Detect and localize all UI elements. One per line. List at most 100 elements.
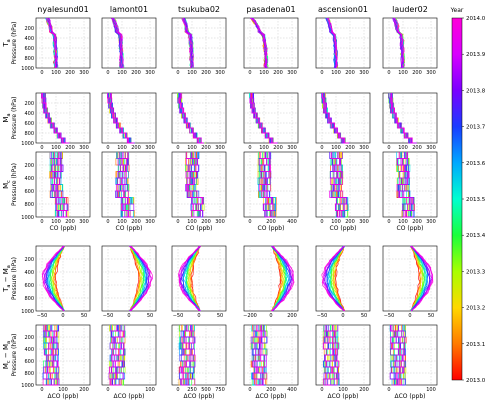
panel-Ta-Ma-ascension01: −50 0 50 xyxy=(315,245,371,319)
panel-Ta-nyalesund01: 0 100 200 300 200 400 600 800 1000 xyxy=(21,17,91,76)
x-axis-label: ΔCO (ppb) xyxy=(47,393,78,400)
panel-Mc-lamont01: 0 100 200 300CO (ppb) xyxy=(101,151,157,232)
panel-Ma-ascension01: 0 100 200 300 xyxy=(315,92,371,151)
x-tick-label: 100 xyxy=(51,70,61,76)
x-tick-label: 100 xyxy=(187,145,197,151)
site-title-ascension01: ascension01 xyxy=(318,5,368,14)
y-tick-label: 800 xyxy=(24,371,34,377)
site-title-lamont01: lamont01 xyxy=(110,5,148,14)
x-tick-label: 0 xyxy=(106,70,109,76)
row-pressure-label-Ma: Pressure (hPa) xyxy=(11,96,18,139)
x-axis-label: ΔCO (ppb) xyxy=(113,393,144,400)
x-tick-label: 0 xyxy=(387,219,390,225)
x-tick-label: −50 xyxy=(103,313,114,319)
x-axis-label: ΔCO (ppb) xyxy=(394,393,425,400)
panel-Ta-tsukuba02: 0 100 200 300 xyxy=(171,17,227,76)
x-tick-label: 300 xyxy=(79,219,89,225)
x-tick-label: 400 xyxy=(287,387,297,393)
site-title-tsukuba02: tsukuba02 xyxy=(178,5,220,14)
y-tick-label: 200 xyxy=(24,26,34,32)
y-tick-label: 200 xyxy=(24,163,34,169)
x-tick-label: 200 xyxy=(65,70,75,76)
x-tick-label: 200 xyxy=(131,70,141,76)
x-tick-label: 300 xyxy=(145,219,155,225)
y-tick-label: 600 xyxy=(24,189,34,195)
colorbar-tick-label: 2013.3 xyxy=(466,269,486,275)
x-axis-label: CO (ppb) xyxy=(116,225,143,232)
colorbar-tick-label: 2013.2 xyxy=(466,306,485,312)
panel-Ta-Ma-pasadena01: −200 0 200 xyxy=(243,245,299,319)
x-tick-label: 300 xyxy=(426,219,436,225)
panel-Mc-pasadena01: 0 200 400CO (ppb) xyxy=(243,151,299,232)
y-tick-label: 1000 xyxy=(21,66,34,72)
x-tick-label: 0 xyxy=(269,313,272,319)
x-axis-label: ΔCO (ppb) xyxy=(255,393,286,400)
panel-Ta-ascension01: 0 100 200 300 xyxy=(315,17,371,76)
x-tick-label: 0 xyxy=(320,145,323,151)
x-tick-label: 750 xyxy=(215,387,225,393)
x-tick-label: 50 xyxy=(147,313,153,319)
x-tick-label: 0 xyxy=(176,70,179,76)
panel-Mc-ascension01: 0 100 200 300CO (ppb) xyxy=(315,151,371,232)
y-tick-label: 1000 xyxy=(21,141,34,147)
x-tick-label: 200 xyxy=(201,145,211,151)
x-tick-label: 200 xyxy=(273,70,283,76)
x-tick-label: 50 xyxy=(428,313,434,319)
x-tick-label: 100 xyxy=(145,387,155,393)
pressure-axis-label: Pressure (hPa) xyxy=(11,257,18,300)
x-tick-label: 100 xyxy=(259,70,269,76)
x-axis-label: CO (ppb) xyxy=(330,225,357,232)
x-tick-label: 100 xyxy=(259,145,269,151)
row-pressure-label-Mc: Pressure (hPa) xyxy=(11,163,18,206)
panel-Ta-pasadena01: 0 100 200 300 xyxy=(243,17,299,76)
panel-Mc-nyalesund01: 0 100 200 3002004006008001000CO (ppb) xyxy=(21,151,91,232)
x-tick-label: 0 xyxy=(248,145,251,151)
x-tick-label: 200 xyxy=(79,387,89,393)
x-tick-label: 0 xyxy=(248,70,251,76)
panel-Mc-tsukuba02: 0 100 200 300CO (ppb) xyxy=(171,151,227,232)
colorbar-tick-label: 2013.6 xyxy=(466,161,486,167)
x-tick-label: 200 xyxy=(65,145,75,151)
x-tick-label: 0 xyxy=(127,313,130,319)
x-tick-label: 200 xyxy=(287,313,297,319)
x-tick-label: 0 xyxy=(176,145,179,151)
x-tick-label: 100 xyxy=(426,387,436,393)
panel-Ma-nyalesund01: 0 100 200 300 200 400 600 800 1000 xyxy=(21,92,91,151)
x-tick-label: 200 xyxy=(359,387,369,393)
panel-Ma-lauder02: 0 100 200 300 xyxy=(382,92,438,151)
x-tick-label: 300 xyxy=(79,70,89,76)
x-tick-label: 200 xyxy=(273,145,283,151)
x-tick-label: 200 xyxy=(201,70,211,76)
colorbar-tick-label: 2013.5 xyxy=(466,197,486,203)
panel-Ta-Ma-lamont01: −50 0 50 xyxy=(101,245,157,319)
x-tick-label: 0 xyxy=(320,70,323,76)
y-tick-label: 400 xyxy=(24,111,34,117)
x-tick-label: 0 xyxy=(341,313,344,319)
panel-Ma-lamont01: 0 100 200 300 xyxy=(101,92,157,151)
x-axis-label: ΔCO (ppb) xyxy=(327,393,358,400)
colorbar-tick-label: 2013.9 xyxy=(466,52,486,58)
x-tick-label: −50 xyxy=(173,313,184,319)
x-tick-label: 300 xyxy=(215,145,225,151)
x-tick-label: −50 xyxy=(317,313,328,319)
x-tick-label: 100 xyxy=(331,70,341,76)
x-tick-label: 0 xyxy=(61,313,64,319)
panel-Ta-lauder02: 0 100 200 300 xyxy=(382,17,438,76)
y-tick-label: 400 xyxy=(24,270,34,276)
x-tick-label: 0 xyxy=(320,387,323,393)
x-tick-label: −200 xyxy=(243,313,257,319)
x-tick-label: 300 xyxy=(359,145,369,151)
x-tick-label: 0 xyxy=(387,145,390,151)
panel-frame xyxy=(315,17,371,69)
x-tick-label: 0 xyxy=(106,145,109,151)
colorbar-tick-label: 2014.0 xyxy=(466,16,486,22)
pressure-axis-label: Pressure (hPa) xyxy=(11,96,18,139)
panel-Ta-Ma-tsukuba02: −50 0 50 xyxy=(171,245,227,319)
y-tick-label: 400 xyxy=(24,176,34,182)
x-tick-label: 100 xyxy=(331,145,341,151)
x-tick-label: 300 xyxy=(215,219,225,225)
row-pressure-label-Ta: Pressure (hPa) xyxy=(11,21,18,64)
x-tick-label: 50 xyxy=(217,313,223,319)
y-tick-label: 200 xyxy=(24,257,34,263)
panel-Mc-lauder02: 0 100 200 300CO (ppb) xyxy=(382,151,438,232)
